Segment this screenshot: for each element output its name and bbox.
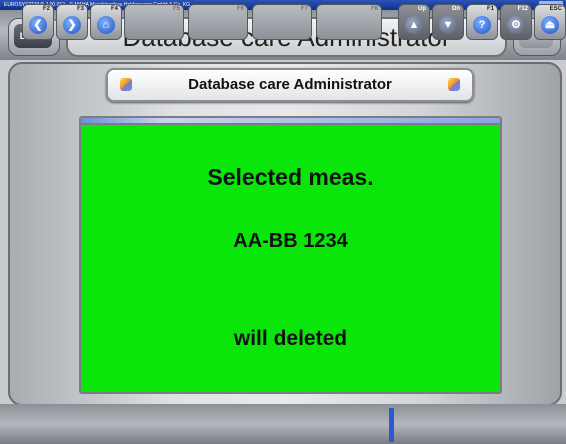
key-label: F6: [236, 6, 244, 12]
dialog-subtitle: Database care Administrator: [106, 68, 474, 102]
f5-button[interactable]: F5: [124, 4, 184, 40]
home-icon: ⌂: [97, 16, 115, 34]
f4-home-button[interactable]: F4 ⌂: [90, 4, 122, 40]
exit-icon: ⏏: [541, 16, 559, 34]
page-up-button[interactable]: Up ▲: [398, 4, 430, 40]
f2-back-button[interactable]: F2 ❮: [22, 4, 54, 40]
key-label: Up: [418, 6, 426, 12]
f1-help-button[interactable]: F1 ?: [466, 4, 498, 40]
esc-exit-button[interactable]: ESC ⏏: [534, 4, 566, 40]
database-icon: [120, 78, 132, 91]
help-icon: ?: [473, 16, 491, 34]
page-down-button[interactable]: Dn ▼: [432, 4, 464, 40]
back-arrow-icon: ❮: [29, 16, 47, 34]
key-label: F3: [76, 6, 84, 12]
key-separator: [389, 408, 394, 442]
message-line-1: Selected meas.: [207, 164, 374, 190]
tools-icon: ⚙: [507, 16, 525, 34]
f12-button[interactable]: F12 ⚙: [500, 4, 532, 40]
key-label: F12: [517, 6, 528, 12]
up-arrow-icon: ▲: [405, 16, 423, 34]
key-label: F7: [300, 6, 308, 12]
key-label: F4: [110, 6, 118, 12]
message-frame: Selected meas. AA-BB 1234 will deleted: [79, 116, 502, 394]
key-label: Dn: [452, 6, 460, 12]
message-plate-number: AA-BB 1234: [233, 230, 348, 252]
function-key-bar: [0, 404, 566, 444]
key-label: F2: [42, 6, 50, 12]
message-frame-strip: [81, 118, 500, 123]
down-arrow-icon: ▼: [439, 16, 457, 34]
f3-forward-button[interactable]: F3 ❯: [56, 4, 88, 40]
database-icon: [448, 78, 460, 91]
key-label: F1: [486, 6, 494, 12]
dialog-subtitle-text: Database care Administrator: [188, 76, 392, 93]
key-label: F5: [172, 6, 180, 12]
forward-arrow-icon: ❯: [63, 16, 81, 34]
message-line-3: will deleted: [233, 327, 348, 350]
key-label: F8: [370, 6, 378, 12]
message-box: Selected meas. AA-BB 1234 will deleted: [81, 125, 500, 392]
key-label: ESC: [549, 6, 562, 12]
f7-button[interactable]: F7: [252, 4, 312, 40]
f6-button[interactable]: F6: [188, 4, 248, 40]
f8-button[interactable]: F8: [316, 4, 382, 40]
